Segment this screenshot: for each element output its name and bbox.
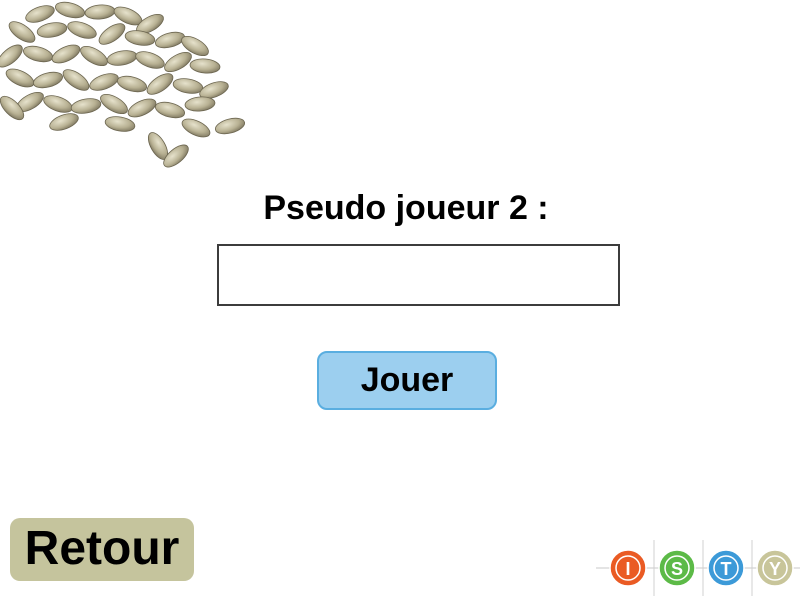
seed: [181, 118, 211, 138]
seed: [184, 96, 216, 112]
seed: [100, 93, 128, 115]
seed: [25, 5, 55, 23]
seed: [154, 101, 186, 119]
player2-name-label: Pseudo joueur 2 :: [263, 189, 549, 227]
logo-letter: S: [671, 559, 683, 579]
seed: [135, 51, 165, 69]
logo-letter: Y: [769, 559, 781, 579]
sunflower-seeds-image: [0, 1, 246, 168]
seed: [172, 78, 204, 94]
seed: [62, 69, 90, 91]
seed: [84, 4, 116, 20]
seed: [104, 116, 136, 132]
seed: [5, 68, 35, 88]
logo-letter: T: [721, 559, 732, 579]
seed: [164, 51, 192, 73]
seed: [106, 50, 138, 66]
play-button[interactable]: Jouer: [317, 351, 497, 410]
seed: [0, 44, 23, 68]
seed: [54, 1, 86, 19]
isty-logo: ISTY: [596, 540, 800, 596]
seed: [146, 73, 174, 95]
seed: [116, 75, 148, 93]
seed: [70, 98, 102, 114]
seed: [32, 71, 64, 89]
back-button[interactable]: Retour: [10, 518, 194, 581]
player2-name-input[interactable]: [217, 244, 620, 306]
seed: [43, 95, 73, 113]
seed: [67, 21, 97, 39]
seed: [189, 58, 221, 74]
seed: [89, 73, 119, 91]
seed: [51, 44, 81, 64]
seed: [22, 45, 54, 63]
seed: [98, 23, 126, 45]
logo-letter: I: [625, 559, 630, 579]
seed: [36, 22, 68, 38]
seed: [49, 113, 79, 131]
player2-screen: Pseudo joueur 2 : Jouer Retour I S T Y: [0, 0, 800, 600]
seed: [80, 45, 108, 67]
seed: [127, 98, 157, 118]
seed: [214, 117, 246, 135]
